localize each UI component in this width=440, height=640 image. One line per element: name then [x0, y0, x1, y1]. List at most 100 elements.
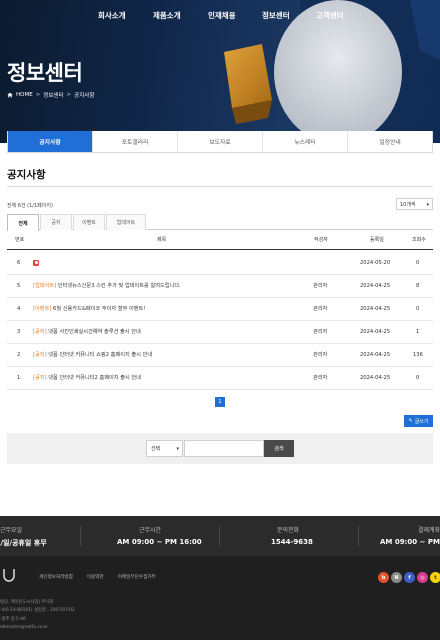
breadcrumb-separator-icon: >: [66, 92, 72, 98]
row-tag: [공지]: [33, 375, 47, 381]
write-button[interactable]: ✎ 글쓰기: [404, 415, 433, 427]
row-number: 5: [17, 283, 21, 289]
row-author: 관리자: [313, 375, 328, 381]
breadcrumb-separator-icon: >: [35, 92, 41, 98]
row-title-text: 넷폼 사진인쇄실시간예약 솔루션 출시 안내: [48, 329, 141, 335]
row-tag: [공지]: [33, 329, 47, 335]
main-nav: 회사소개 제품소개 인재채용 정보센터 고객센터: [0, 10, 440, 24]
footer: 개인정보처리방침 이용약관 이메일무단수집거부 빌딩, 케이린도시사업) 주식회…: [0, 556, 440, 640]
privacy-policy-link[interactable]: 개인정보처리방침: [39, 574, 73, 580]
tab-photo-gallery[interactable]: 포토갤러리: [93, 131, 178, 152]
col-title: 제목: [157, 237, 167, 243]
company-address: 빌딩, 케이린도시사업) 주식회 -4(6-14-86591) 설립일 : 20…: [0, 599, 75, 632]
search-button[interactable]: 검색: [264, 440, 294, 457]
info-account-value: AM 09:00 ~ PM 1: [380, 538, 440, 546]
nav-item-support[interactable]: 고객센터: [316, 10, 344, 21]
row-author: 관리자: [313, 283, 328, 289]
search-field-select[interactable]: 선택 ▾: [146, 440, 183, 457]
nav-item-careers[interactable]: 인재채용: [208, 10, 236, 21]
section-title: 공지사항: [7, 169, 46, 181]
table-row[interactable]: 2 [공지] 넷폼 인터넷 커뮤니티 쇼핑2 홈페이지 출시 안내 관리자 20…: [7, 344, 433, 367]
row-date: 2024-04-25: [360, 329, 391, 335]
row-tag: [이벤트]: [33, 306, 52, 312]
blog-icon[interactable]: b: [378, 572, 389, 583]
breadcrumb-notices[interactable]: 공지사항: [74, 91, 94, 99]
per-page-select[interactable]: 10개씩 ▾: [396, 198, 433, 210]
total-count: 전체 6건 (1/1페이지): [7, 203, 53, 209]
row-title[interactable]: [이벤트] 6월 신용카드&페이코 무이자 할부 이벤트!: [33, 298, 145, 321]
category-tabs: 전체 공지 이벤트 업데이트: [7, 214, 433, 231]
write-button-label: 글쓰기: [414, 418, 429, 425]
row-number: 6: [17, 260, 21, 266]
search-field-value: 선택: [151, 446, 161, 452]
row-number: 3: [17, 329, 21, 335]
tab-schedule[interactable]: 일정안내: [348, 131, 432, 152]
row-title-text: 인터넷뉴스신문3 스킨 추가 및 업데이트를 알려드립니다.: [57, 283, 181, 289]
nav-item-info-center[interactable]: 정보센터: [262, 10, 290, 21]
breadcrumb-home[interactable]: HOME: [16, 92, 33, 98]
row-title[interactable]: [공지] 넷폼 인터넷 커뮤니티 쇼핑2 홈페이지 출시 안내: [33, 344, 152, 367]
info-workdays-value: 토/일/공휴일 휴무: [0, 539, 47, 547]
row-title[interactable]: [공지] 넷폼 인터넷 커뮤니티2 홈페이지 출시 안내: [33, 367, 141, 390]
table-header: 번호 제목 작성자 등록일 조회수: [7, 231, 433, 250]
row-tag: [공지]: [33, 352, 47, 358]
kakaotalk-icon[interactable]: t: [430, 572, 440, 583]
row-author: 관리자: [313, 306, 328, 312]
info-phone: 문의전화 1544-9638: [219, 516, 359, 556]
facebook-icon[interactable]: f: [404, 572, 415, 583]
nav-item-products[interactable]: 제품소개: [153, 10, 181, 21]
row-date: 2024-05-20: [360, 260, 391, 266]
footer-links: 개인정보처리방침 이용약관 이메일무단수집거부: [39, 574, 156, 580]
chevron-down-icon: ▾: [426, 202, 429, 208]
row-number: 4: [17, 306, 21, 312]
category-tab-update[interactable]: 업데이트: [106, 214, 146, 230]
footer-info-bar: 근무요일 토/일/공휴일 휴무 근무시간 AM 09:00 ~ PM 16:00…: [0, 516, 440, 556]
per-page-value: 10개씩: [400, 201, 416, 208]
address-line: -광주 동구-46: [0, 616, 26, 622]
row-views: 1: [416, 329, 420, 335]
category-tab-event[interactable]: 이벤트: [73, 214, 105, 230]
terms-link[interactable]: 이용약관: [87, 574, 104, 580]
row-title[interactable]: [33, 252, 39, 275]
row-title[interactable]: [공지] 넷폼 사진인쇄실시간예약 솔루션 출시 안내: [33, 321, 141, 344]
col-views: 조회수: [412, 237, 426, 243]
info-hours: 근무시간 AM 09:00 ~ PM 16:00: [80, 516, 220, 556]
section-divider: [7, 186, 433, 187]
table-row[interactable]: 5 [업데이트] 인터넷뉴스신문3 스킨 추가 및 업데이트를 알려드립니다. …: [7, 275, 433, 298]
table-row[interactable]: 4 [이벤트] 6월 신용카드&페이코 무이자 할부 이벤트! 관리자 2024…: [7, 298, 433, 321]
category-tab-notice[interactable]: 공지: [40, 214, 72, 230]
row-title-text: 넷폼 인터넷 커뮤니티2 홈페이지 출시 안내: [48, 375, 141, 381]
tab-notices[interactable]: 공지사항: [8, 131, 93, 152]
col-author: 작성자: [314, 237, 328, 243]
tab-press[interactable]: 보도자료: [178, 131, 263, 152]
table-row[interactable]: 1 [공지] 넷폼 인터넷 커뮤니티2 홈페이지 출시 안내 관리자 2024-…: [7, 367, 433, 390]
instagram-icon[interactable]: ◎: [417, 572, 428, 583]
page-title: 정보센터: [7, 61, 83, 85]
row-views: 0: [416, 260, 420, 266]
table-row[interactable]: 6 2024-05-20 0: [7, 252, 433, 275]
tab-newsletter[interactable]: 뉴스레터: [263, 131, 348, 152]
home-icon: [7, 92, 13, 98]
search-input[interactable]: [184, 440, 264, 457]
breadcrumb-info-center[interactable]: 정보센터: [43, 91, 63, 99]
social-links: b N f ◎ t: [378, 572, 440, 583]
info-hours-value: AM 09:00 ~ PM 16:00: [117, 538, 202, 546]
col-number: 번호: [15, 237, 25, 243]
sub-tabs: 공지사항 포토갤러리 보도자료 뉴스레터 일정안내: [7, 131, 433, 153]
category-tab-all[interactable]: 전체: [7, 214, 39, 231]
row-title[interactable]: [업데이트] 인터넷뉴스신문3 스킨 추가 및 업데이트를 알려드립니다.: [33, 275, 181, 298]
row-views: 8: [416, 283, 420, 289]
row-author: 관리자: [313, 352, 328, 358]
table-row[interactable]: 3 [공지] 넷폼 사진인쇄실시간예약 솔루션 출시 안내 관리자 2024-0…: [7, 321, 433, 344]
row-title-text: 넷폼 인터넷 커뮤니티 쇼핑2 홈페이지 출시 안내: [48, 352, 153, 358]
row-tag: [업데이트]: [33, 283, 57, 289]
email-refusal-link[interactable]: 이메일무단수집거부: [118, 574, 156, 580]
news-icon[interactable]: N: [391, 572, 402, 583]
image-icon: [33, 259, 39, 266]
search-area: 선택 ▾ 검색: [7, 433, 433, 464]
row-number: 1: [17, 375, 21, 381]
nav-item-company[interactable]: 회사소개: [98, 10, 126, 21]
info-phone-label: 문의전화: [277, 527, 300, 534]
info-workdays-label: 근무요일: [0, 527, 23, 534]
page-number-current[interactable]: 1: [215, 397, 225, 407]
